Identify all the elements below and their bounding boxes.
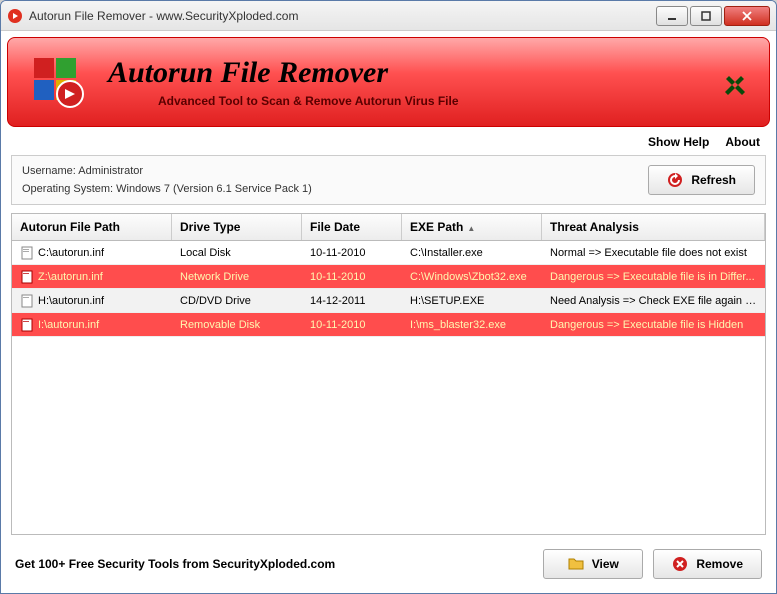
header-path[interactable]: Autorun File Path [12,214,172,240]
menubar: Show Help About [1,133,776,155]
close-icon [742,11,752,21]
show-help-link[interactable]: Show Help [648,135,709,149]
header-date[interactable]: File Date [302,214,402,240]
os-value: Windows 7 (Version 6.1 Service Pack 1) [116,183,312,195]
username-value: Administrator [78,165,143,177]
system-info-panel: Username: Administrator Operating System… [11,155,766,205]
maximize-button[interactable] [690,6,722,26]
minimize-button[interactable] [656,6,688,26]
file-icon [20,270,34,284]
close-button[interactable] [724,6,770,26]
app-icon [7,8,23,24]
remove-button[interactable]: Remove [653,549,762,579]
app-window: Autorun File Remover - www.SecurityXplod… [0,0,777,594]
table-row[interactable]: C:\autorun.inf Local Disk 10-11-2010 C:\… [12,241,765,265]
file-icon [20,246,34,260]
remove-label: Remove [696,557,743,571]
header-exe[interactable]: EXE Path▲ [402,214,542,240]
file-icon [20,318,34,332]
window-title: Autorun File Remover - www.SecurityXplod… [29,9,656,23]
table-header: Autorun File Path Drive Type File Date E… [12,214,765,241]
refresh-button[interactable]: Refresh [648,165,755,195]
footer: Get 100+ Free Security Tools from Securi… [1,539,776,593]
table-row[interactable]: Z:\autorun.inf Network Drive 10-11-2010 … [12,265,765,289]
about-link[interactable]: About [725,135,760,149]
results-table: Autorun File Path Drive Type File Date E… [11,213,766,535]
table-row[interactable]: I:\autorun.inf Removable Disk 10-11-2010… [12,313,765,337]
refresh-icon [667,172,683,188]
maximize-icon [701,11,711,21]
minimize-icon [667,11,677,21]
username-label: Username: [22,165,76,177]
remove-icon [672,556,688,572]
header-drive[interactable]: Drive Type [172,214,302,240]
header-threat[interactable]: Threat Analysis [542,214,765,240]
view-label: View [592,557,619,571]
view-button[interactable]: View [543,549,643,579]
app-subtitle: Advanced Tool to Scan & Remove Autorun V… [158,94,721,108]
logo-icon [28,52,88,112]
os-label: Operating System: [22,183,113,195]
app-title: Autorun File Remover [108,56,721,90]
refresh-label: Refresh [691,173,736,187]
swords-icon [721,68,749,96]
promo-text[interactable]: Get 100+ Free Security Tools from Securi… [15,557,533,571]
header-banner: Autorun File Remover Advanced Tool to Sc… [7,37,770,127]
table-row[interactable]: H:\autorun.inf CD/DVD Drive 14-12-2011 H… [12,289,765,313]
titlebar[interactable]: Autorun File Remover - www.SecurityXplod… [1,1,776,31]
file-icon [20,294,34,308]
sort-indicator-icon: ▲ [467,224,475,233]
folder-icon [568,556,584,572]
